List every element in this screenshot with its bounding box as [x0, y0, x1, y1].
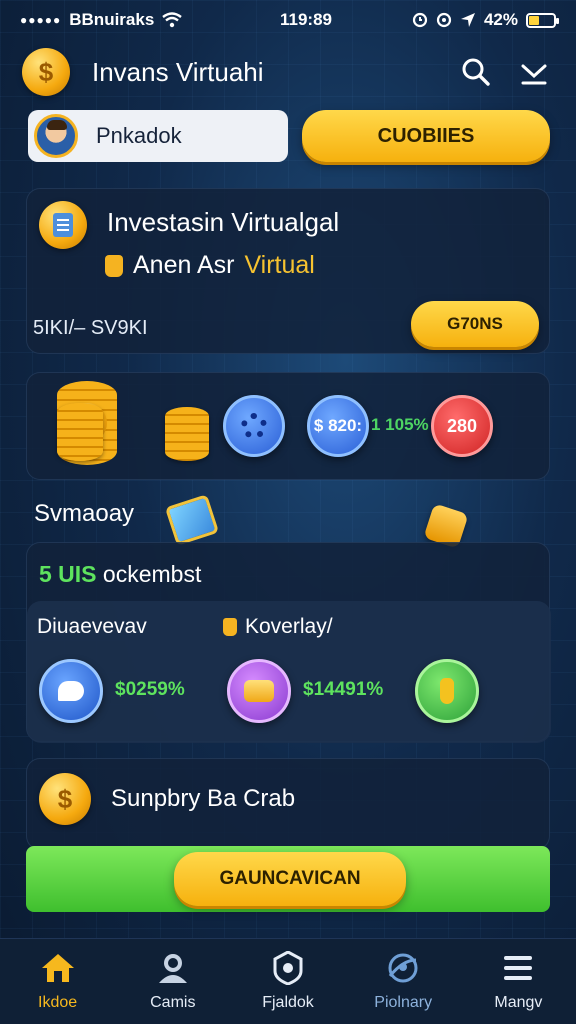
- investment-button[interactable]: G70NS: [411, 301, 539, 347]
- search-icon: [462, 58, 490, 86]
- portfolio-value-2: $14491%: [303, 679, 384, 700]
- tab-bar: Ikdoe Camis Fjaldok Piolnary Mangv: [0, 938, 576, 1024]
- wifi-icon: [162, 12, 183, 28]
- growth-percent: 1 105%: [371, 415, 429, 434]
- document-coin-icon: [39, 201, 87, 249]
- home-icon: [41, 953, 74, 982]
- tab-mangv[interactable]: Mangv: [461, 939, 576, 1024]
- tab-piolnary[interactable]: Piolnary: [346, 939, 461, 1024]
- coin-stack-icon: $: [57, 381, 227, 473]
- balance-badge[interactable]: $ 820:: [307, 395, 369, 457]
- investment-card: Investasin Virtualgal Anen Asr Virtual 5…: [26, 188, 550, 354]
- investment-title: Investasin Virtualgal: [107, 207, 340, 237]
- card-icon: [164, 494, 220, 546]
- profile-name: Pnkadok: [96, 123, 182, 148]
- club-title: Sunpbry Ba Crab: [111, 785, 296, 812]
- chat-button[interactable]: [39, 659, 103, 723]
- dollar-coin-icon: $: [22, 48, 70, 96]
- portfolio-count: 5 UIS: [39, 561, 97, 587]
- search-button[interactable]: [456, 52, 496, 92]
- app-header: $ Invans Virtuahi: [0, 44, 576, 100]
- investment-subtitle: Anen Asr Virtual: [105, 251, 315, 280]
- carrier-name: BBnuiraks: [69, 10, 155, 29]
- location-arrow-icon: [460, 13, 475, 27]
- top-action-button[interactable]: CUOBIIES: [302, 110, 550, 162]
- tab-fjaldok[interactable]: Fjaldok: [230, 939, 345, 1024]
- status-time: 119:89: [279, 10, 332, 29]
- tab-home-label: Ikdoe: [38, 993, 78, 1011]
- portfolio-col1-label: Diuaevevav: [37, 615, 147, 638]
- profile-chip[interactable]: Pnkadok: [28, 110, 288, 162]
- money-bag-icon: [223, 618, 237, 636]
- investment-subtitle-white: Anen Asr: [133, 251, 235, 279]
- portfolio-card: 5 UIS ockembst Diuaevevav Koverlay/ $025…: [26, 542, 551, 743]
- alarm-icon: [412, 12, 428, 28]
- drop-button[interactable]: [415, 659, 479, 723]
- chat-icon: [58, 681, 84, 701]
- summary-label: Svmaoay: [34, 500, 135, 527]
- portfolio-value-1: $0259%: [115, 679, 185, 700]
- red-value-badge[interactable]: 280: [431, 395, 493, 457]
- tab-fjaldok-label: Fjaldok: [262, 993, 314, 1011]
- drop-icon: [440, 678, 454, 704]
- bottom-action-button[interactable]: GAUNCAVICAN: [174, 852, 406, 906]
- investment-range: 5IKI/– SV9KI: [33, 317, 148, 339]
- app-title: Invans Virtuahi: [92, 56, 264, 87]
- tab-piolnary-label: Piolnary: [374, 993, 433, 1011]
- investment-subtitle-gold: Virtual: [244, 251, 315, 279]
- status-bar: ●●●●● BBnuiraks 119:89 42%: [0, 0, 576, 40]
- portfolio-heading: 5 UIS ockembst: [39, 561, 201, 588]
- gear-icon: [241, 413, 267, 439]
- treasure-icon: [244, 680, 274, 702]
- tab-home[interactable]: Ikdoe: [0, 939, 115, 1024]
- portfolio-heading-text: ockembst: [102, 561, 202, 587]
- chevron-down-icon: [521, 64, 547, 85]
- shield-icon: [273, 950, 303, 985]
- money-bag-icon: [105, 254, 123, 277]
- avatar: [34, 114, 78, 158]
- menu-icon: [504, 955, 533, 980]
- dropdown-button[interactable]: [514, 52, 554, 92]
- settings-button[interactable]: [223, 395, 285, 457]
- globe-icon: [388, 953, 418, 982]
- treasure-button[interactable]: [227, 659, 291, 723]
- dollar-coin-icon: $: [39, 773, 91, 825]
- tab-camis-label: Camis: [150, 993, 196, 1011]
- rotation-lock-icon: [436, 12, 452, 28]
- battery-percent: 42%: [483, 10, 518, 29]
- portfolio-col2-label: Koverlay/: [245, 615, 333, 638]
- tab-mangv-label: Mangv: [494, 993, 543, 1011]
- signal-dots-icon: ●●●●●: [20, 13, 62, 27]
- coins-card: $ $ 820: 1 105% 280: [26, 372, 550, 480]
- portfolio-inner: Diuaevevav Koverlay/ $0259% $14491%: [27, 601, 551, 743]
- user-icon: [158, 953, 187, 983]
- portfolio-col2: Koverlay/: [223, 615, 333, 639]
- tab-camis[interactable]: Camis: [115, 939, 230, 1024]
- club-card: $ Sunpbry Ba Crab: [26, 758, 550, 850]
- battery-icon: [526, 12, 559, 28]
